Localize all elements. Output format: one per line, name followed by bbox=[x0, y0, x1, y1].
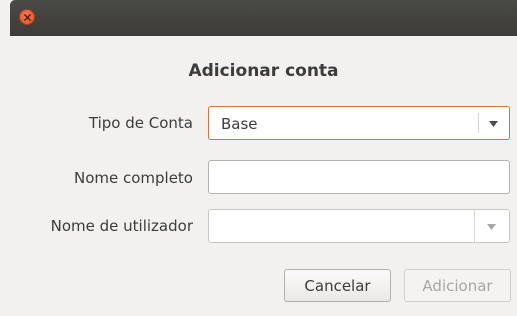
dialog-title: Adicionar conta bbox=[188, 61, 339, 81]
chevron-down-icon[interactable] bbox=[487, 224, 496, 230]
add-button[interactable]: Adicionar bbox=[404, 269, 511, 302]
combo-separator bbox=[478, 113, 479, 133]
full-name-label: Nome completo bbox=[73, 169, 193, 187]
account-type-label: Tipo de Conta bbox=[88, 114, 193, 132]
account-type-select[interactable]: Base bbox=[208, 106, 510, 140]
close-window-button[interactable] bbox=[19, 9, 35, 25]
combo-separator bbox=[474, 210, 475, 242]
title-bar bbox=[10, 0, 517, 36]
chevron-down-icon bbox=[489, 121, 498, 127]
account-type-value: Base bbox=[221, 115, 258, 133]
cancel-button[interactable]: Cancelar bbox=[284, 269, 391, 302]
full-name-field[interactable] bbox=[208, 160, 510, 194]
username-label: Nome de utilizador bbox=[50, 217, 193, 235]
close-icon bbox=[23, 13, 31, 21]
username-combo-field[interactable] bbox=[208, 209, 510, 243]
